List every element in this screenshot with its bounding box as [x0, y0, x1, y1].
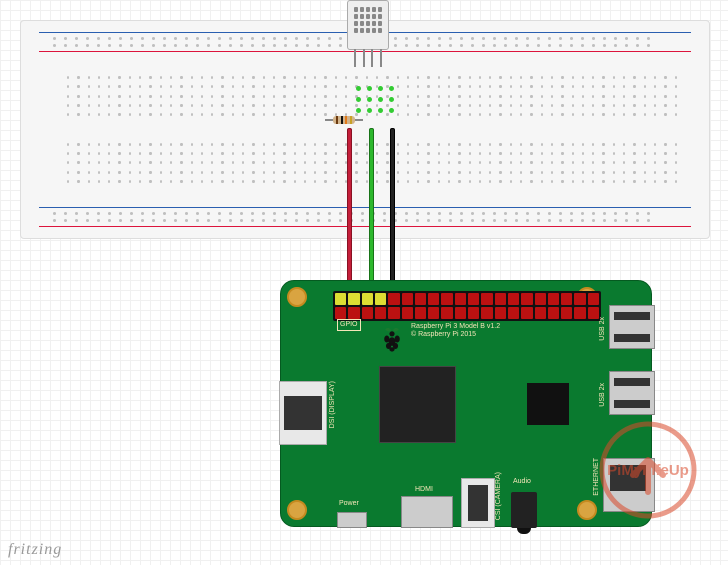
mounting-hole: [287, 500, 307, 520]
csi-camera-port: [461, 478, 495, 528]
usb-mid-label: USB 2x: [599, 383, 607, 407]
hdmi-port: [401, 496, 453, 528]
usb-top-label: USB 2x: [599, 317, 607, 341]
tie-point: [378, 97, 383, 102]
csi-label: CSI (CAMERA): [495, 472, 503, 520]
watermark-text: PiMyLifeUp: [607, 462, 689, 479]
hdmi-label: HDMI: [415, 486, 433, 494]
wire-gnd-black: [390, 128, 395, 290]
board-model-label: Raspberry Pi 3 Model B v1.2 © Raspberry …: [411, 323, 500, 340]
soc-chip: [379, 366, 456, 443]
mounting-hole: [577, 500, 597, 520]
pullup-resistor-10k: [325, 115, 363, 125]
breadboard-terminal-strips: [39, 69, 691, 190]
dht-pin-vcc: [354, 49, 356, 67]
tie-point: [367, 86, 372, 91]
secondary-chip: [527, 383, 569, 425]
wire-data-green: [369, 128, 374, 300]
tie-point: [367, 108, 372, 113]
dht-pin-nc: [371, 49, 373, 67]
tie-point: [389, 108, 394, 113]
tie-point: [356, 86, 361, 91]
micro-usb-power: [337, 512, 367, 528]
power-label: Power: [339, 500, 359, 508]
usb-port-top: [609, 305, 655, 349]
audio-label: Audio: [513, 478, 531, 486]
tie-point: [389, 97, 394, 102]
wire-vcc-red: [347, 128, 352, 295]
dht-pin-gnd: [380, 49, 382, 67]
dsi-label: DSI (DISPLAY): [329, 381, 337, 428]
tie-point: [378, 86, 383, 91]
tie-point: [367, 97, 372, 102]
gpio-label: GPIO: [337, 319, 361, 331]
usb-port-middle: [609, 371, 655, 415]
watermark-logo: PiMyLifeUp: [598, 420, 698, 520]
gpio-header: [333, 291, 601, 321]
tie-point: [356, 97, 361, 102]
dht-pin-data: [363, 49, 365, 67]
tie-point: [356, 108, 361, 113]
audio-jack: [511, 492, 537, 528]
tool-credit: fritzing: [8, 541, 62, 559]
mounting-hole: [287, 287, 307, 307]
dsi-display-port: [279, 381, 327, 445]
raspberry-pi-logo-icon: [381, 326, 403, 352]
breadboard-power-rail-bottom: [39, 202, 691, 232]
tie-point: [389, 86, 394, 91]
raspberry-pi-board: GPIO Raspberry Pi 3 Model B v1.2 © Raspb…: [280, 280, 652, 527]
tie-point: [378, 108, 383, 113]
dht22-sensor: [344, 0, 390, 68]
